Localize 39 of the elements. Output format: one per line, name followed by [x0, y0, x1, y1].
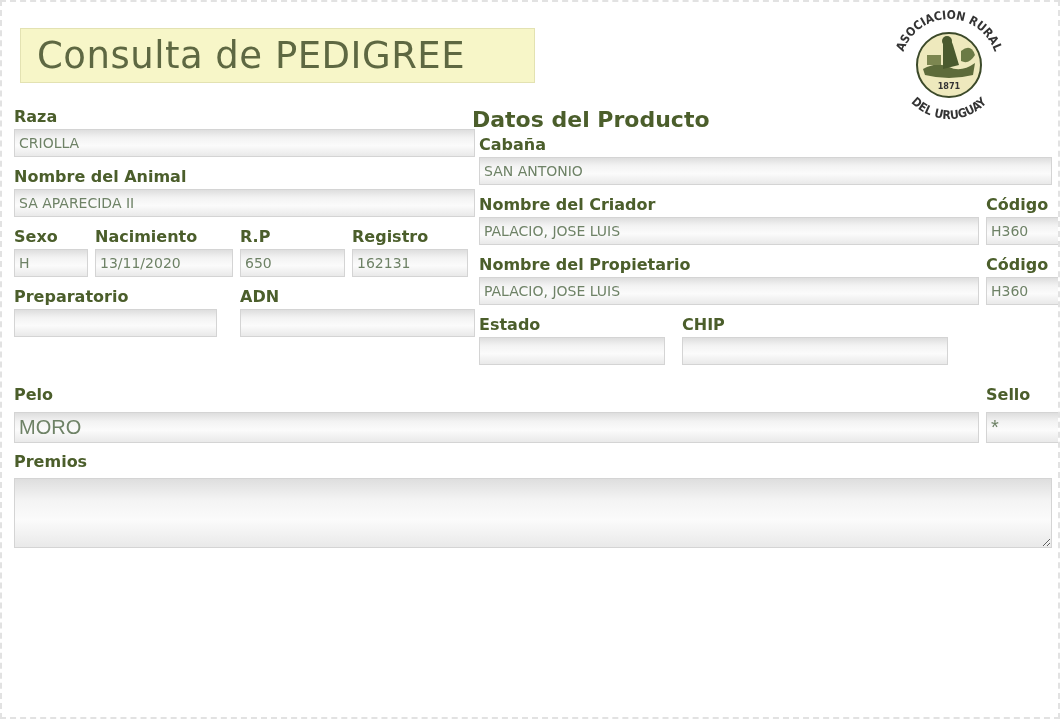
section-heading: Datos del Producto — [472, 107, 710, 132]
field-label: Nombre del Criador — [479, 194, 656, 216]
rp-field[interactable]: 650 — [240, 249, 345, 277]
field-label: Preparatorio — [14, 286, 129, 308]
code-field[interactable]: H360 — [986, 277, 1058, 305]
field-label: Código — [986, 194, 1049, 216]
field-label: ADN — [240, 286, 280, 308]
registry-field[interactable]: 162131 — [352, 249, 468, 277]
field-label: R.P — [240, 226, 271, 248]
field-label: Sello — [986, 384, 1031, 406]
field-label: Estado — [479, 314, 541, 336]
status-field[interactable] — [479, 337, 665, 365]
field-label: Cabaña — [479, 134, 546, 156]
field-label: Premios — [14, 451, 88, 473]
chip-field[interactable] — [682, 337, 948, 365]
field-label: Código — [986, 254, 1049, 276]
owner-field[interactable]: PALACIO, JOSE LUIS — [479, 277, 979, 305]
logo-year: 1871 — [937, 81, 961, 91]
field-label: CHIP — [682, 314, 725, 336]
field-label: Nacimiento — [95, 226, 198, 248]
field-label: Pelo — [14, 384, 54, 406]
field-label: Nombre del Animal — [14, 166, 187, 188]
field-label: Registro — [352, 226, 429, 248]
dna-field[interactable] — [240, 309, 475, 337]
field-label: Nombre del Propietario — [479, 254, 691, 276]
page-title: Consulta de PEDIGREE — [20, 28, 535, 83]
awards-field[interactable] — [14, 478, 1052, 548]
sex-field[interactable]: H — [14, 249, 88, 277]
field-label: Raza — [14, 106, 58, 128]
birth-date-field[interactable]: 13/11/2020 — [95, 249, 233, 277]
breeder-field[interactable]: PALACIO, JOSE LUIS — [479, 217, 979, 245]
seal-field[interactable]: * — [986, 412, 1058, 443]
preparatory-field[interactable] — [14, 309, 217, 337]
coat-field[interactable]: MORO — [14, 412, 979, 443]
code-field[interactable]: H360 — [986, 217, 1058, 245]
breed-field[interactable]: CRIOLLA — [14, 129, 475, 157]
field-label: Sexo — [14, 226, 58, 248]
ranch-field[interactable]: SAN ANTONIO — [479, 157, 1052, 185]
animal-name-field[interactable]: SA APARECIDA II — [14, 189, 475, 217]
